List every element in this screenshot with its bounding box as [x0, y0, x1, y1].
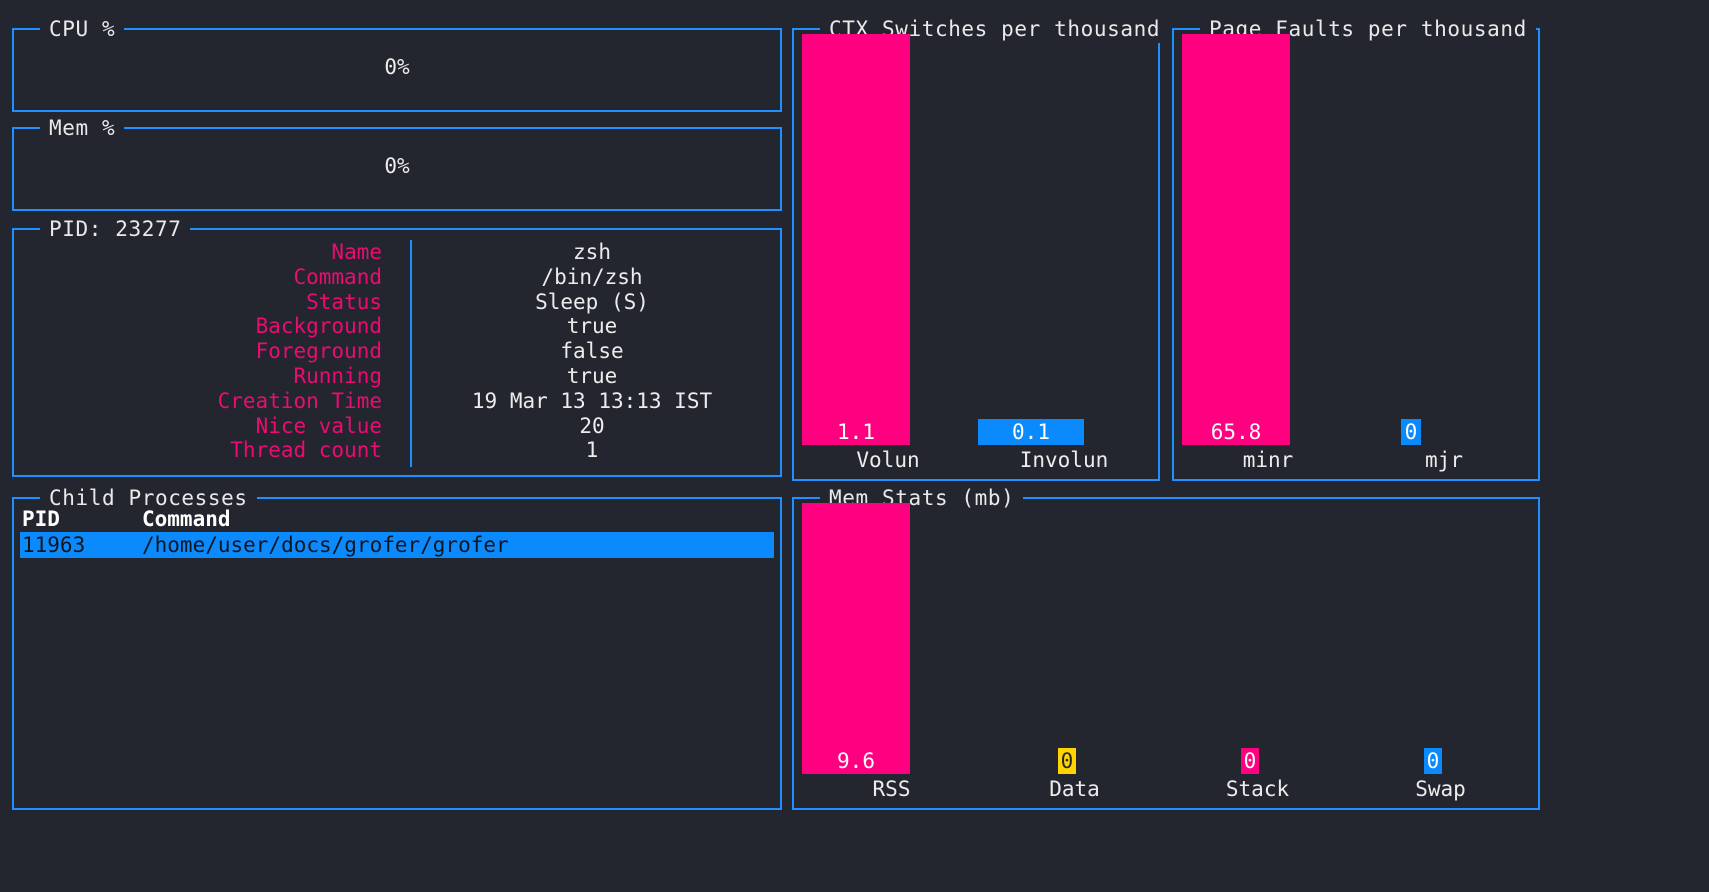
bar-label-rss: RSS — [872, 777, 911, 801]
pid-info-value: 1 — [585, 438, 599, 463]
pid-info-key: Background — [255, 314, 382, 339]
bar-value-rss: 9.6 — [837, 749, 875, 773]
pid-info-panel: PID: 23277 Name Command Status Backgroun… — [12, 216, 782, 477]
bar-value-volun: 1.1 — [837, 420, 875, 444]
bar-value-mjr: 0 — [1404, 420, 1418, 444]
pid-info-value: Sleep (S) — [535, 289, 649, 314]
pid-info-key: Thread count — [230, 438, 382, 463]
mem-stats-panel: Mem Stats (mb) 9.6 RSS 0 Data 0 Stack 0 … — [792, 485, 1540, 810]
bar-slot-minr: 65.8 minr — [1180, 34, 1356, 475]
pid-info-table: Name Command Status Background Foregroun… — [22, 240, 772, 467]
ctx-switches-barchart: 1.1 Volun 0.1 Involun — [800, 34, 1152, 475]
pid-info-value: false — [560, 339, 624, 364]
bar-slot-swap: 0 Swap — [1349, 503, 1532, 804]
bar-slot-mjr: 0 mjr — [1356, 34, 1532, 475]
bar-column-data: 0 — [983, 503, 1166, 774]
bar-volun: 1.1 — [802, 34, 910, 445]
pid-info-key: Command — [293, 264, 382, 289]
bar-value-involun: 0.1 — [1012, 420, 1050, 444]
cell-pid: 11963 — [22, 533, 86, 557]
mem-percent-panel-title: Mem % — [40, 115, 125, 142]
pid-info-key: Name — [331, 240, 382, 264]
bar-column-involun: 0.1 — [976, 34, 1152, 445]
bar-slot-involun: 0.1 Involun — [976, 34, 1152, 475]
bar-rss: 9.6 — [802, 503, 910, 774]
pid-info-key: Foreground — [255, 339, 382, 364]
pid-info-value: true — [566, 314, 618, 339]
grofer-terminal-screen: CPU % 0% Mem % 0% PID: 23277 Name Comman… — [0, 0, 1709, 892]
column-header-command: Command — [142, 507, 231, 531]
bar-slot-stack: 0 Stack — [1166, 503, 1349, 804]
pid-info-value: zsh — [573, 240, 611, 264]
cell-command: /home/user/docs/grofer/grofer — [142, 533, 509, 557]
pid-info-key-column: Name Command Status Background Foregroun… — [22, 240, 410, 467]
bar-slot-rss: 9.6 RSS — [800, 503, 983, 804]
cpu-percent-panel: CPU % 0% — [12, 16, 782, 112]
pid-info-value-column: zsh /bin/zsh Sleep (S) true false true 1… — [410, 240, 772, 467]
bar-slot-volun: 1.1 Volun — [800, 34, 976, 475]
bar-label-mjr: mjr — [1425, 448, 1463, 472]
pid-info-value: /bin/zsh — [541, 264, 643, 289]
bar-value-swap: 0 — [1426, 749, 1440, 773]
cpu-percent-panel-title: CPU % — [40, 16, 125, 43]
bar-label-stack: Stack — [1225, 777, 1290, 801]
page-faults-panel: Page Faults per thousand 65.8 minr 0 mjr — [1172, 16, 1540, 481]
bar-slot-data: 0 Data — [983, 503, 1166, 804]
bar-label-volun: Volun — [856, 448, 920, 472]
child-processes-header-row: PID Command — [20, 507, 774, 532]
mem-stats-barchart: 9.6 RSS 0 Data 0 Stack 0 Swap — [800, 503, 1532, 804]
bar-column-volun: 1.1 — [800, 34, 976, 445]
bar-data: 0 — [1058, 748, 1076, 774]
mem-percent-panel: Mem % 0% — [12, 115, 782, 211]
bar-label-involun: Involun — [1019, 448, 1109, 472]
bar-label-minr: minr — [1242, 448, 1294, 472]
bar-swap: 0 — [1424, 748, 1442, 774]
ctx-switches-panel: CTX Switches per thousand 1.1 Volun 0.1 … — [792, 16, 1170, 481]
bar-label-swap: Swap — [1415, 777, 1466, 801]
bar-label-data: Data — [1049, 777, 1100, 801]
bar-column-minr: 65.8 — [1180, 34, 1356, 445]
bar-minr: 65.8 — [1182, 34, 1290, 445]
bar-column-stack: 0 — [1166, 503, 1349, 774]
bar-column-swap: 0 — [1349, 503, 1532, 774]
child-processes-table[interactable]: PID Command 11963 /home/user/docs/grofer… — [20, 507, 774, 802]
column-header-pid: PID — [22, 507, 60, 531]
pid-info-panel-title: PID: 23277 — [40, 216, 191, 243]
bar-column-mjr: 0 — [1356, 34, 1532, 445]
table-row[interactable]: 11963 /home/user/docs/grofer/grofer — [20, 532, 774, 558]
pid-info-key: Running — [293, 363, 382, 388]
bar-value-data: 0 — [1060, 749, 1074, 773]
pid-info-value: 20 — [579, 413, 605, 438]
pid-info-value: 19 Mar 13 13:13 IST — [471, 388, 713, 413]
bar-column-rss: 9.6 — [800, 503, 983, 774]
bar-mjr: 0 — [1401, 419, 1421, 445]
bar-involun: 0.1 — [978, 419, 1084, 445]
cpu-percent-value: 0% — [384, 54, 410, 79]
pid-info-value: true — [566, 363, 618, 388]
page-faults-barchart: 65.8 minr 0 mjr — [1180, 34, 1532, 475]
bar-stack: 0 — [1241, 748, 1259, 774]
pid-info-key: Status — [306, 289, 382, 314]
pid-info-key: Creation Time — [217, 388, 382, 413]
pid-info-key: Nice value — [255, 413, 382, 438]
mem-percent-value: 0% — [384, 153, 410, 178]
bar-value-stack: 0 — [1243, 749, 1257, 773]
bar-value-minr: 65.8 — [1210, 420, 1262, 444]
child-processes-panel: Child Processes PID Command 11963 /home/… — [12, 485, 782, 810]
